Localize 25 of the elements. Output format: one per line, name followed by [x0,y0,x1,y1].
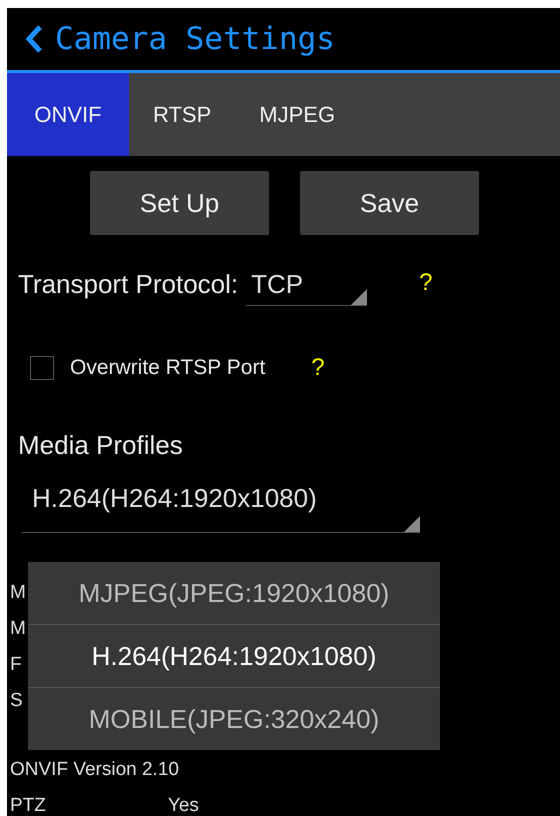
info-value: Yes [168,795,199,816]
tab[interactable]: MJPEG [235,73,360,156]
section-label: Media Profiles [18,430,184,461]
transport-label: Transport Protocol: [18,269,238,300]
menu-item[interactable]: MOBILE(JPEG:320x240) [28,687,440,750]
back-icon[interactable] [25,24,43,54]
tab[interactable]: RTSP [129,73,236,156]
help-icon[interactable]: ? [311,354,325,382]
setup-button[interactable]: Set Up [90,171,269,235]
profile-dropdown[interactable]: H.264(H264:1920x1080) [22,483,420,533]
info-label: S [10,690,23,712]
screen-title: Camera Settings [55,21,335,57]
transport-dropdown[interactable]: TCP [246,269,368,306]
info-label: PTZ [10,795,46,816]
save-button[interactable]: Save [300,171,479,235]
info-label: ONVIF Version 2.10 [10,759,179,781]
menu-item[interactable]: H.264(H264:1920x1080) [28,624,440,687]
info-label: M [10,618,26,640]
menu-item[interactable]: MJPEG(JPEG:1920x1080) [28,562,440,624]
checkbox[interactable] [30,356,54,380]
tab[interactable]: ONVIF [7,73,129,156]
info-label: F [10,654,22,676]
checkbox-label: Overwrite RTSP Port [70,356,266,380]
help-icon[interactable]: ? [419,269,432,297]
info-label: M [10,582,26,604]
